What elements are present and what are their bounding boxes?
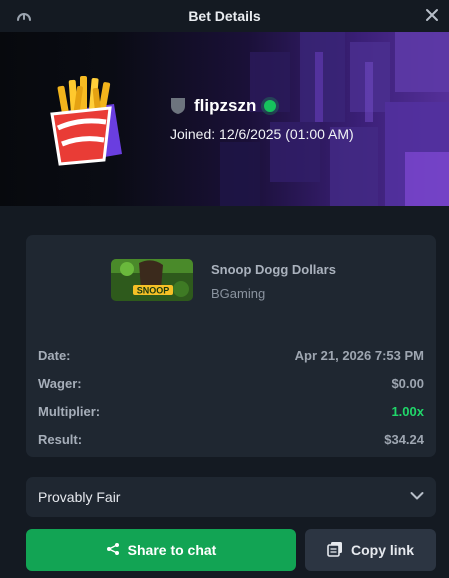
detail-value: 1.00x [391, 403, 424, 419]
detail-row-date: Date: Apr 21, 2026 7:53 PM [38, 341, 424, 369]
french-fries-icon [44, 72, 130, 168]
close-icon[interactable] [423, 6, 441, 24]
detail-row-wager: Wager: $0.00 [38, 369, 424, 397]
modal-title: Bet Details [188, 8, 261, 24]
online-status-indicator [264, 100, 277, 112]
user-row: flipzszn [170, 96, 277, 116]
details-list: Date: Apr 21, 2026 7:53 PM Wager: $0.00 … [38, 341, 424, 453]
detail-value: $34.24 [384, 431, 424, 447]
game-name[interactable]: Snoop Dogg Dollars [211, 262, 336, 277]
detail-row-multiplier: Multiplier: 1.00x [38, 397, 424, 425]
detail-label: Result: [38, 431, 83, 447]
detail-value: $0.00 [391, 375, 424, 391]
shield-icon [170, 97, 186, 115]
detail-label: Multiplier: [38, 403, 101, 419]
share-to-chat-button[interactable]: Share to chat [26, 529, 296, 571]
copy-label: Copy link [350, 542, 414, 558]
detail-value: Apr 21, 2026 7:53 PM [294, 347, 424, 363]
game-thumbnail[interactable]: SNOOP [111, 259, 193, 301]
provably-fair-label: Provably Fair [38, 489, 121, 505]
speedometer-icon [16, 8, 32, 24]
thumbnail-text: SNOOP [137, 286, 170, 296]
share-label: Share to chat [127, 542, 217, 558]
detail-row-result: Result: $34.24 [38, 425, 424, 453]
detail-label: Wager: [38, 375, 82, 391]
share-icon [106, 542, 120, 559]
provably-fair-dropdown[interactable]: Provably Fair [26, 477, 436, 517]
game-provider[interactable]: BGaming [211, 286, 265, 301]
copy-icon [327, 541, 343, 560]
copy-link-button[interactable]: Copy link [305, 529, 436, 571]
username[interactable]: flipzszn [194, 96, 256, 116]
modal-header: Bet Details [0, 0, 449, 32]
bet-details-card: SNOOP Snoop Dogg Dollars BGaming Date: A… [26, 235, 436, 457]
detail-label: Date: [38, 347, 71, 363]
chevron-down-icon [410, 488, 424, 506]
joined-date: Joined: 12/6/2025 (01:00 AM) [170, 126, 354, 142]
profile-banner: flipzszn Joined: 12/6/2025 (01:00 AM) [0, 32, 449, 206]
